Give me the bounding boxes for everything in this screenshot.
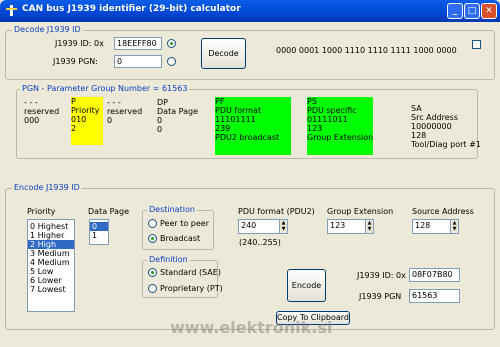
datapage-item[interactable]: 1 — [90, 231, 108, 240]
pgn-col-pdu-format: PF PDU format 11101111 239 PDU2 broadcas… — [215, 97, 291, 155]
priority-label: Priority — [27, 207, 56, 216]
priority-item[interactable]: 3 Medium — [28, 249, 74, 258]
priority-item[interactable]: 4 Medium — [28, 258, 74, 267]
pgn-col-datapage: DP Data Page 0 0 — [157, 98, 199, 134]
pgn-col-priority: P Priority 010 2 — [71, 97, 103, 145]
decode-button[interactable]: Decode — [201, 38, 246, 69]
destination-legend: Destination — [147, 205, 197, 214]
broadcast-label: Broadcast — [160, 234, 201, 243]
encode-button[interactable]: Encode — [287, 269, 326, 302]
standard-sae-label: Standard (SAE) — [160, 268, 221, 277]
decode-group — [5, 30, 495, 80]
encode-legend: Encode J1939 ID — [12, 183, 82, 192]
decode-id-input[interactable]: 18EEFF80 — [114, 37, 162, 50]
encode-id-output[interactable]: 08F07B80 — [409, 268, 460, 282]
pgn-legend: PGN - Parameter Group Number = 61563 — [20, 84, 190, 93]
encode-pgn-output[interactable]: 61563 — [409, 289, 460, 303]
decode-by-pgn-radio[interactable] — [167, 57, 176, 66]
pdu-format-spinner[interactable]: ▲ ▼ — [279, 220, 287, 233]
standard-sae-radio[interactable] — [148, 268, 157, 277]
minimize-button[interactable]: _ — [447, 3, 463, 19]
priority-item[interactable]: 0 Highest — [28, 222, 74, 231]
source-address-label: Source Address — [412, 207, 474, 216]
pdu-format-label: PDU format (PDU2) — [238, 207, 315, 216]
pdu-range-label: (240..255) — [239, 238, 281, 247]
priority-item-selected[interactable]: 2 High — [28, 240, 74, 249]
decode-binary: 0000 0001 1000 1110 1110 1111 1000 0000 — [276, 46, 457, 55]
maximize-button[interactable]: □ — [464, 3, 480, 19]
datapage-list[interactable]: 0 1 — [89, 219, 109, 245]
pgn-col-reserved1: - - - reserved 000 — [24, 98, 60, 125]
pgn-col-source-address: SA Src Address 10000000 128 Tool/Diag po… — [411, 104, 481, 149]
source-address-spinner[interactable]: ▲ ▼ — [450, 220, 458, 233]
encode-id-label: J1939 ID: 0x — [357, 271, 406, 280]
window-title: CAN bus J1939 identifier (29-bit) calcul… — [22, 4, 241, 14]
decode-legend: Decode J1939 ID — [12, 25, 83, 34]
group-extension-spinner[interactable]: ▲ ▼ — [365, 220, 373, 233]
broadcast-radio[interactable] — [148, 234, 157, 243]
proprietary-label: Proprietary (PT) — [160, 284, 223, 293]
app-icon — [6, 5, 17, 16]
priority-item[interactable]: 1 Higher — [28, 231, 74, 240]
encode-pgn-label: J1939 PGN — [359, 292, 402, 301]
close-button[interactable]: ✕ — [481, 3, 497, 19]
decode-pgn-label: J1939 PGN: — [53, 57, 98, 66]
datapage-item-selected[interactable]: 0 — [90, 222, 108, 231]
priority-item[interactable]: 5 Low — [28, 267, 74, 276]
priority-item[interactable]: 6 Lower — [28, 276, 74, 285]
pgn-col-pdu-specific: PS PDU specific 01111011 123 Group Exten… — [307, 97, 373, 155]
options-checkbox[interactable] — [472, 40, 481, 49]
destination-group — [142, 210, 214, 250]
watermark: www.elektronik.si — [170, 318, 333, 337]
decode-by-id-radio[interactable] — [167, 39, 176, 48]
definition-legend: Definition — [147, 255, 190, 264]
peer-to-peer-label: Peer to peer — [160, 219, 209, 228]
proprietary-radio[interactable] — [148, 284, 157, 293]
decode-id-label: J1939 ID: 0x — [55, 39, 104, 48]
priority-item[interactable]: 7 Lowest — [28, 285, 74, 294]
datapage-label: Data Page — [88, 207, 130, 216]
pgn-col-reserved2: - - - reserved 0 — [107, 98, 143, 125]
priority-list[interactable]: 0 Highest 1 Higher 2 High 3 Medium 4 Med… — [27, 219, 75, 312]
peer-to-peer-radio[interactable] — [148, 219, 157, 228]
decode-pgn-input[interactable]: 0 — [114, 55, 162, 68]
group-extension-label: Group Extension — [327, 207, 394, 216]
